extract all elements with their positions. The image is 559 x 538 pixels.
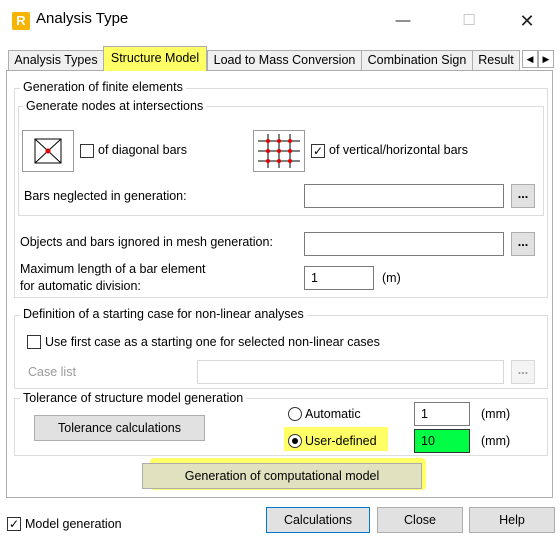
- model-generation-label: Model generation: [25, 517, 122, 531]
- use-first-case-checkbox[interactable]: [27, 335, 41, 349]
- vertical-horizontal-bars-icon: [253, 130, 305, 172]
- bars-neglected-input[interactable]: [304, 184, 504, 208]
- diagonal-bars-label: of diagonal bars: [98, 143, 187, 157]
- user-defined-unit: (mm): [481, 434, 511, 448]
- max-length-input[interactable]: 1: [304, 266, 374, 290]
- vertical-horizontal-bars-label: of vertical/horizontal bars: [329, 143, 468, 157]
- user-defined-label: User-defined: [305, 434, 377, 448]
- help-button[interactable]: Help: [469, 507, 555, 533]
- case-list-browse-button[interactable]: ...: [511, 360, 535, 384]
- tolerance-group-legend: Tolerance of structure model generation: [20, 391, 247, 405]
- objects-ignored-input[interactable]: [304, 232, 504, 256]
- automatic-label: Automatic: [305, 407, 361, 421]
- bars-neglected-label: Bars neglected in generation:: [24, 189, 187, 203]
- window-title: Analysis Type: [36, 10, 129, 27]
- max-length-unit: (m): [382, 271, 401, 285]
- case-list-input[interactable]: [197, 360, 504, 384]
- automatic-radio[interactable]: [288, 407, 302, 421]
- case-list-label: Case list: [28, 365, 76, 379]
- calculations-button[interactable]: Calculations: [266, 507, 370, 533]
- objects-ignored-browse-button[interactable]: ...: [511, 232, 535, 256]
- tab-combination-sign[interactable]: Combination Sign: [361, 50, 473, 70]
- diagonal-bars-icon: [22, 130, 74, 172]
- tab-load-to-mass[interactable]: Load to Mass Conversion: [207, 50, 362, 70]
- max-length-label-line2: for automatic division:: [20, 279, 141, 293]
- user-defined-tolerance-input[interactable]: 10: [414, 429, 470, 453]
- close-window-button[interactable]: ✕: [504, 6, 550, 36]
- tab-scroll-left-button[interactable]: ◀: [522, 50, 538, 68]
- nonlinear-group-legend: Definition of a starting case for non-li…: [20, 307, 307, 321]
- use-first-case-label: Use first case as a starting one for sel…: [45, 335, 380, 349]
- model-generation-checkbox[interactable]: ✓: [7, 517, 21, 531]
- automatic-tolerance-input[interactable]: 1: [414, 402, 470, 426]
- close-button[interactable]: Close: [377, 507, 463, 533]
- tab-structure-model[interactable]: Structure Model: [103, 46, 207, 71]
- minimize-button[interactable]: —: [380, 6, 426, 36]
- bars-neglected-browse-button[interactable]: ...: [511, 184, 535, 208]
- diagonal-bars-checkbox[interactable]: [80, 144, 94, 158]
- maximize-button[interactable]: ☐: [446, 6, 492, 36]
- tab-analysis-types[interactable]: Analysis Types: [8, 50, 104, 70]
- tolerance-calculations-button[interactable]: Tolerance calculations: [34, 415, 205, 441]
- generate-computational-model-button[interactable]: Generation of computational model: [142, 463, 422, 489]
- objects-ignored-label: Objects and bars ignored in mesh generat…: [20, 235, 273, 249]
- fe-generation-legend: Generation of finite elements: [20, 80, 186, 94]
- user-defined-radio[interactable]: [288, 434, 302, 448]
- tab-scroll-right-button[interactable]: ▶: [538, 50, 554, 68]
- automatic-unit: (mm): [481, 407, 511, 421]
- tab-result[interactable]: Result: [472, 50, 520, 70]
- max-length-label-line1: Maximum length of a bar element: [20, 262, 206, 276]
- vertical-horizontal-bars-checkbox[interactable]: ✓: [311, 144, 325, 158]
- app-icon: R: [12, 12, 30, 30]
- nodes-group-legend: Generate nodes at intersections: [23, 99, 207, 113]
